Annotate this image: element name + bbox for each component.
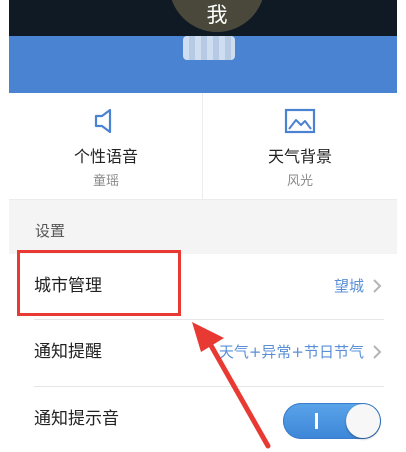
feature-background-title: 天气背景 [267, 147, 332, 166]
feature-background[interactable]: 天气背景 风光 [203, 93, 397, 200]
settings-row-city-value: 望城 [333, 277, 364, 295]
feature-voice[interactable]: 个性语音 童瑶 [9, 93, 203, 200]
settings-section-label: 设置 [9, 210, 397, 254]
settings-row-sound-label: 通知提示音 [34, 409, 119, 429]
chevron-right-icon [371, 278, 383, 294]
toggle-on-mark [315, 413, 318, 429]
feature-voice-title: 个性语音 [73, 147, 138, 166]
chevron-right-icon [371, 344, 383, 360]
settings-section-title: 设置 [35, 222, 66, 240]
feature-background-subtitle: 风光 [286, 174, 313, 189]
feature-grid: 个性语音 童瑶 天气背景 风光 [9, 93, 397, 200]
avatar-title: 我 [206, 3, 228, 27]
annotation-highlight-box [17, 250, 181, 316]
speaker-icon [90, 107, 122, 135]
settings-row-notify-label: 通知提醒 [34, 342, 102, 362]
section-gap [9, 200, 397, 210]
settings-row-notify-value: 天气+异常+节日节气 [218, 343, 364, 361]
right-margin [397, 0, 406, 452]
blurred-user-name [183, 36, 235, 60]
settings-row-notify[interactable]: 通知提醒 天气+异常+节日节气 [9, 320, 397, 386]
notification-sound-toggle[interactable] [283, 403, 381, 439]
toggle-knob[interactable] [346, 404, 380, 438]
image-icon [284, 107, 316, 135]
feature-voice-subtitle: 童瑶 [92, 174, 119, 189]
profile-header: 我 [9, 0, 397, 93]
left-margin [0, 0, 9, 452]
settings-row-sound[interactable]: 通知提示音 [9, 387, 397, 452]
app-frame: 我 个性语音 童瑶 天气背景 风光 设置 城市管理 望城 通知提醒 天气+异常+… [0, 0, 406, 452]
